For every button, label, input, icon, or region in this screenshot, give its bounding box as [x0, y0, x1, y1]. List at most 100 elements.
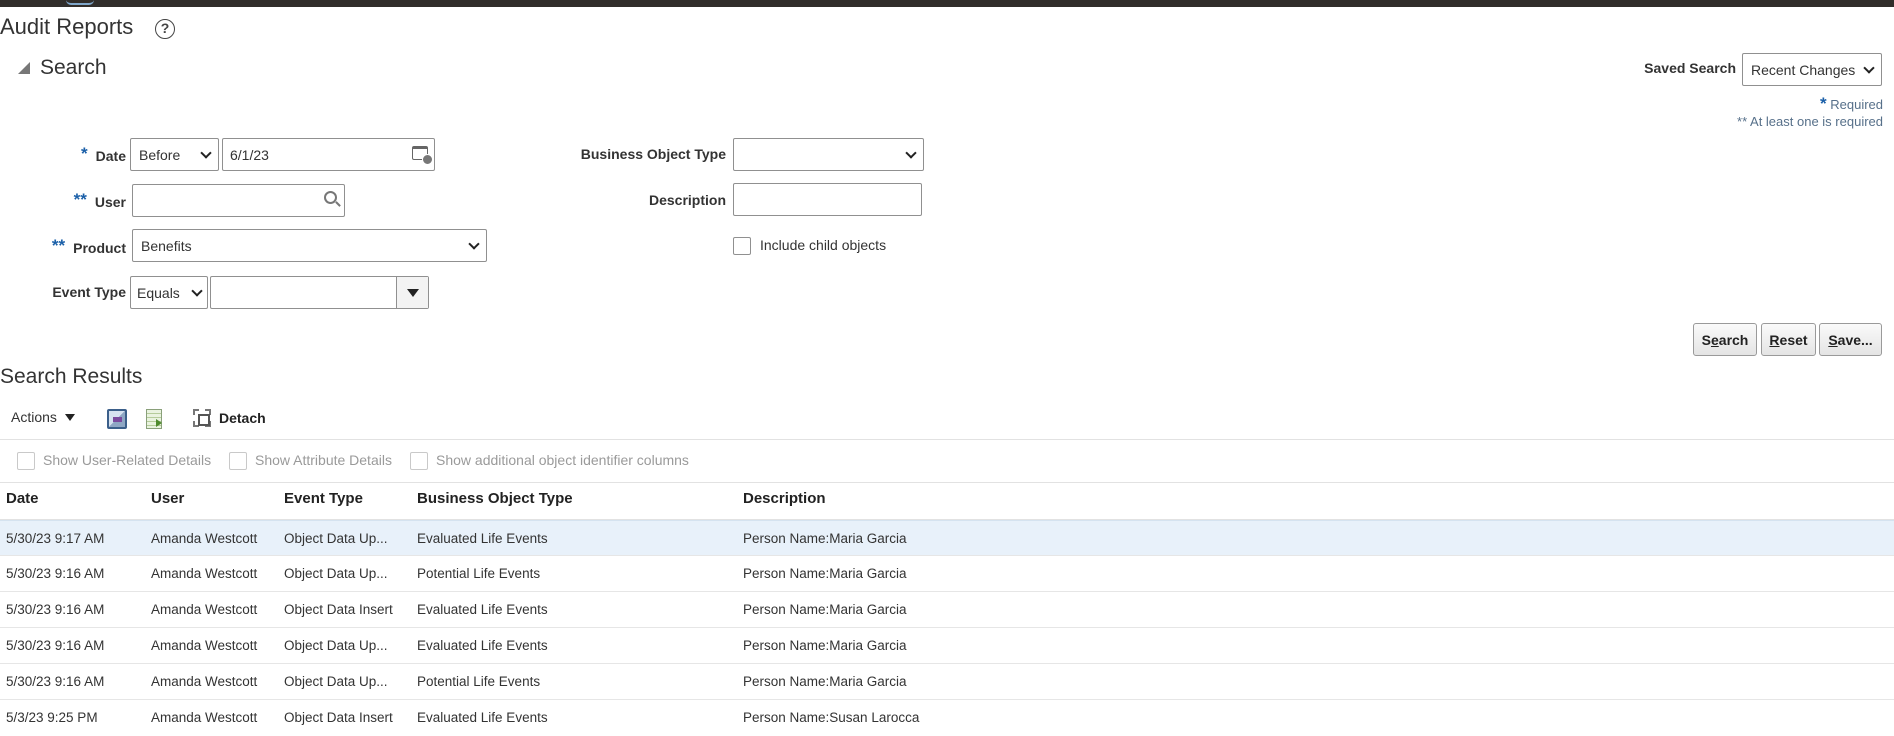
- cell-business-object-type: Evaluated Life Events: [417, 638, 548, 653]
- cell-business-object-type: Potential Life Events: [417, 674, 541, 689]
- table-row[interactable]: 5/30/23 9:16 AM Amanda Westcott Object D…: [0, 556, 1894, 592]
- cell-description: Person Name:Maria Garcia: [743, 566, 907, 581]
- search-section-title: Search: [40, 56, 107, 79]
- column-header-date[interactable]: Date: [6, 490, 39, 507]
- description-label: Description: [648, 192, 726, 208]
- user-label: ** User: [74, 190, 126, 210]
- cell-user: Amanda Westcott: [151, 710, 258, 725]
- cell-event-type: Object Data Up...: [284, 638, 388, 653]
- table-row[interactable]: 5/30/23 9:17 AM Amanda Westcott Object D…: [0, 520, 1894, 556]
- date-operator-select[interactable]: Before: [130, 138, 219, 171]
- save-button-label: Save...: [1828, 331, 1873, 348]
- logo-icon: [66, 0, 94, 5]
- search-results-title: Search Results: [0, 365, 143, 388]
- saved-search-select[interactable]: Recent Changes: [1742, 53, 1882, 86]
- column-header-event-type[interactable]: Event Type: [284, 490, 363, 507]
- table-row[interactable]: 5/30/23 9:16 AM Amanda Westcott Object D…: [0, 592, 1894, 628]
- date-input[interactable]: 6/1/23: [222, 138, 435, 171]
- cell-description: Person Name:Maria Garcia: [743, 638, 907, 653]
- date-operator-value: Before: [139, 146, 181, 163]
- export-icon[interactable]: [107, 409, 127, 429]
- cell-business-object-type: Potential Life Events: [417, 566, 541, 581]
- calendar-icon[interactable]: [412, 146, 433, 165]
- product-label: ** Product: [52, 236, 126, 256]
- cell-description: Person Name:Maria Garcia: [743, 674, 907, 689]
- date-label: * Date: [81, 144, 126, 164]
- collapse-triangle-icon[interactable]: [18, 62, 30, 74]
- cell-date: 5/30/23 9:16 AM: [6, 638, 105, 653]
- event-type-operator-value: Equals: [137, 284, 180, 301]
- toolbar-divider: [0, 439, 1894, 440]
- global-header-bar: [0, 0, 1894, 7]
- date-input-value: 6/1/23: [230, 146, 269, 163]
- cell-user: Amanda Westcott: [151, 566, 258, 581]
- page-title: Audit Reports: [0, 14, 134, 39]
- event-type-operator-select[interactable]: Equals: [130, 276, 208, 309]
- search-button-label: Search: [1701, 331, 1749, 348]
- save-button[interactable]: Save...: [1819, 323, 1882, 356]
- required-note-text: Required: [1830, 97, 1883, 112]
- show-attribute-details-checkbox[interactable]: [229, 452, 247, 470]
- search-icon[interactable]: [324, 191, 337, 204]
- product-select[interactable]: Benefits: [132, 229, 487, 262]
- cell-business-object-type: Evaluated Life Events: [417, 602, 548, 617]
- search-section-header[interactable]: Search: [18, 56, 107, 80]
- cell-business-object-type: Evaluated Life Events: [417, 710, 548, 725]
- column-header-user[interactable]: User: [151, 490, 184, 507]
- user-input[interactable]: [132, 184, 345, 217]
- chevron-down-icon: [200, 146, 212, 159]
- event-type-label: Event Type: [52, 284, 126, 300]
- show-identifier-columns-label[interactable]: Show additional object identifier column…: [436, 452, 689, 468]
- cell-business-object-type: Evaluated Life Events: [417, 531, 548, 546]
- detach-icon[interactable]: [193, 409, 211, 427]
- reset-button[interactable]: Reset: [1761, 323, 1816, 356]
- cell-user: Amanda Westcott: [151, 674, 258, 689]
- table-row[interactable]: 5/30/23 9:16 AM Amanda Westcott Object D…: [0, 664, 1894, 700]
- cell-date: 5/30/23 9:17 AM: [6, 531, 105, 546]
- chevron-down-icon: [191, 284, 203, 297]
- cell-event-type: Object Data Insert: [284, 710, 393, 725]
- column-header-description[interactable]: Description: [743, 490, 826, 507]
- at-least-one-note: ** At least one is required: [1737, 114, 1883, 129]
- cell-user: Amanda Westcott: [151, 602, 258, 617]
- chevron-down-icon: [1863, 61, 1875, 74]
- show-user-details-checkbox[interactable]: [17, 452, 35, 470]
- show-identifier-columns-checkbox[interactable]: [410, 452, 428, 470]
- cell-date: 5/30/23 9:16 AM: [6, 602, 105, 617]
- show-user-details-label[interactable]: Show User-Related Details: [43, 452, 211, 468]
- help-icon[interactable]: ?: [155, 19, 175, 39]
- include-child-objects-label[interactable]: Include child objects: [760, 237, 886, 253]
- column-header-business-object-type[interactable]: Business Object Type: [417, 490, 573, 507]
- cell-date: 5/3/23 9:25 PM: [6, 710, 98, 725]
- cell-date: 5/30/23 9:16 AM: [6, 674, 105, 689]
- business-object-type-label: Business Object Type: [580, 146, 726, 162]
- reset-button-label: Reset: [1769, 331, 1808, 348]
- show-attribute-details-label[interactable]: Show Attribute Details: [255, 452, 392, 468]
- event-type-dropdown-button[interactable]: [396, 277, 428, 308]
- event-type-input[interactable]: [210, 276, 429, 309]
- table-row[interactable]: 5/3/23 9:25 PM Amanda Westcott Object Da…: [0, 700, 1894, 736]
- saved-search-label: Saved Search: [1644, 60, 1736, 76]
- cell-event-type: Object Data Insert: [284, 602, 393, 617]
- description-input[interactable]: [733, 183, 922, 216]
- dropdown-arrow-icon: [406, 288, 419, 297]
- saved-search-value: Recent Changes: [1751, 61, 1856, 78]
- cell-user: Amanda Westcott: [151, 531, 258, 546]
- date-label-text: Date: [95, 148, 126, 164]
- required-note: * Required: [1820, 94, 1883, 114]
- cell-description: Person Name:Maria Garcia: [743, 602, 907, 617]
- spreadsheet-icon[interactable]: [146, 409, 162, 429]
- cell-user: Amanda Westcott: [151, 638, 258, 653]
- include-child-objects-checkbox[interactable]: [733, 237, 751, 255]
- chevron-down-icon: [468, 237, 480, 250]
- search-button[interactable]: Search: [1693, 323, 1757, 356]
- actions-menu[interactable]: Actions: [11, 409, 75, 425]
- product-required-marker: **: [51, 236, 66, 255]
- table-row[interactable]: 5/30/23 9:16 AM Amanda Westcott Object D…: [0, 628, 1894, 664]
- product-value: Benefits: [141, 237, 192, 254]
- detach-button-label[interactable]: Detach: [219, 410, 266, 426]
- options-divider: [0, 482, 1894, 483]
- business-object-type-select[interactable]: [733, 138, 924, 171]
- actions-label: Actions: [11, 409, 57, 425]
- dropdown-arrow-icon: [64, 413, 75, 421]
